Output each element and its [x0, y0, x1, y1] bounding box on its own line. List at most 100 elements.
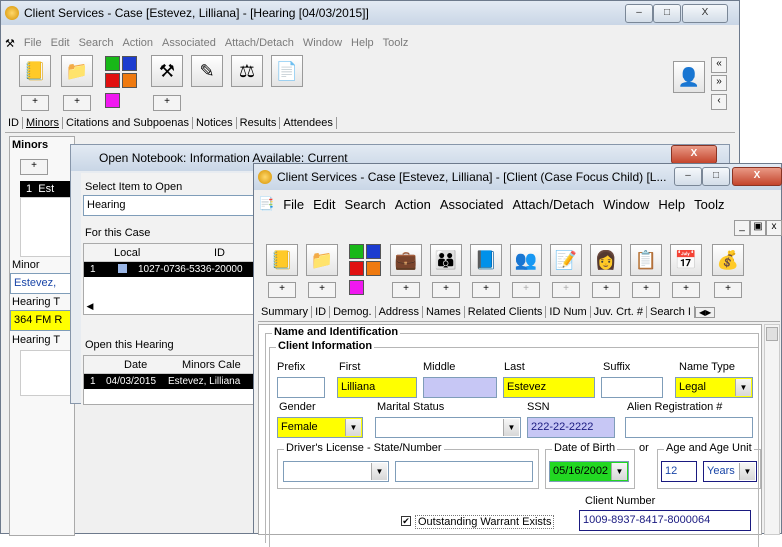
back-tab-minors[interactable]: Minors	[23, 117, 64, 129]
back-menu-help[interactable]: Help	[351, 37, 374, 49]
back-add-button-3[interactable]: +	[153, 95, 181, 111]
front-add-8[interactable]: +	[592, 282, 620, 298]
back-menu-action[interactable]: Action	[122, 37, 153, 49]
scroll-thumb[interactable]	[766, 327, 778, 341]
dob-field[interactable]: 05/16/2002 ▼	[549, 461, 629, 482]
back-tab-id[interactable]: ID	[5, 117, 23, 129]
first-name-field[interactable]: Lilliana	[337, 377, 417, 398]
front-notebook-icon[interactable]: 📒	[266, 244, 298, 276]
back-menu-edit[interactable]: Edit	[51, 37, 70, 49]
front-menu-search[interactable]: Search	[345, 197, 386, 212]
front-menu-file[interactable]: File	[283, 197, 304, 212]
front-add-11[interactable]: +	[714, 282, 742, 298]
client-number-field[interactable]: 1009-8937-8417-8000064	[579, 510, 751, 531]
nav-next-button[interactable]: »	[711, 75, 727, 91]
front-mdi-minimize[interactable]: _	[734, 220, 750, 236]
age-field[interactable]: 12	[661, 461, 697, 482]
front-menu-toolz[interactable]: Toolz	[694, 197, 724, 212]
back-tab-attendees[interactable]: Attendees	[280, 117, 337, 129]
case-local-check-icon[interactable]	[118, 264, 127, 273]
front-tab-address[interactable]: Address	[376, 306, 423, 318]
back-menu-search[interactable]: Search	[79, 37, 114, 49]
client-card-icon[interactable]: 💼	[390, 244, 422, 276]
family-icon[interactable]: 👪	[430, 244, 462, 276]
front-green-square-icon[interactable]	[349, 244, 364, 259]
front-add-3[interactable]: +	[392, 282, 420, 298]
notebook-icon[interactable]: 📒	[19, 55, 51, 87]
red-square-icon[interactable]	[105, 73, 120, 88]
front-mdi-restore[interactable]: ▣	[750, 220, 766, 236]
front-menu-help[interactable]: Help	[658, 197, 685, 212]
front-tab-related[interactable]: Related Clients	[465, 306, 547, 318]
green-square-icon[interactable]	[105, 56, 120, 71]
hearing-header-minors[interactable]: Minors Cale	[182, 359, 241, 371]
back-minimize-button[interactable]: –	[625, 4, 653, 23]
gavel-icon[interactable]: ⚒	[151, 55, 183, 87]
front-menu-attach[interactable]: Attach/Detach	[512, 197, 594, 212]
book-icon[interactable]: 📘	[470, 244, 502, 276]
alien-field[interactable]	[625, 417, 753, 438]
front-menu-edit[interactable]: Edit	[313, 197, 335, 212]
notebook-close-button[interactable]: X	[671, 145, 717, 164]
name-type-select[interactable]: Legal ▼	[675, 377, 753, 398]
front-tab-search[interactable]: Search I	[647, 306, 695, 318]
front-add-2[interactable]: +	[308, 282, 336, 298]
front-add-5[interactable]: +	[472, 282, 500, 298]
front-add-1[interactable]: +	[268, 282, 296, 298]
back-maximize-button[interactable]: □	[653, 4, 681, 23]
document-icon[interactable]: 📄	[271, 55, 303, 87]
back-tab-notices[interactable]: Notices	[193, 117, 237, 129]
vertical-scrollbar[interactable]	[764, 324, 780, 535]
hearing-type2-box[interactable]	[20, 350, 76, 396]
dl-state-select[interactable]: ▼	[283, 461, 389, 482]
front-tab-idnum[interactable]: ID Num	[546, 306, 591, 318]
middle-name-field[interactable]	[423, 377, 497, 398]
front-menu-associated[interactable]: Associated	[440, 197, 504, 212]
nav-prev-button[interactable]: «	[711, 57, 727, 73]
back-tab-citations[interactable]: Citations and Subpoenas	[63, 117, 193, 129]
prefix-field[interactable]	[277, 377, 325, 398]
folder-icon[interactable]: 📁	[61, 55, 93, 87]
back-menu-window[interactable]: Window	[303, 37, 342, 49]
person-icon[interactable]: 👤	[673, 61, 705, 93]
front-minimize-button[interactable]: –	[674, 167, 702, 186]
tab-scroll-icon[interactable]: ◀▶	[694, 306, 716, 318]
referral-icon[interactable]: 👥	[510, 244, 542, 276]
hearing-type-field[interactable]: 364 FM R	[10, 310, 74, 331]
scales-icon[interactable]: ⚖	[231, 55, 263, 87]
back-menu-attach[interactable]: Attach/Detach	[225, 37, 294, 49]
front-add-7[interactable]: +	[552, 282, 580, 298]
warrant-checkbox[interactable]: ✔	[401, 516, 411, 526]
blue-square-icon[interactable]	[122, 56, 137, 71]
back-menu-file[interactable]: File	[24, 37, 42, 49]
back-menu-toolz[interactable]: Toolz	[383, 37, 409, 49]
front-folder-icon[interactable]: 📁	[306, 244, 338, 276]
front-menu-action[interactable]: Action	[395, 197, 431, 212]
form-icon[interactable]: 📝	[550, 244, 582, 276]
clipboard-icon[interactable]: 📋	[630, 244, 662, 276]
front-maximize-button[interactable]: □	[702, 167, 730, 186]
front-tab-demog[interactable]: Demog.	[330, 306, 376, 318]
back-close-button[interactable]: X	[682, 4, 728, 23]
front-red-square-icon[interactable]	[349, 261, 364, 276]
gender-select[interactable]: Female ▼	[277, 417, 363, 438]
minors-row[interactable]: 1 Est	[20, 181, 76, 197]
hearing-row[interactable]: 1 04/03/2015 Estevez, Lilliana	[84, 374, 268, 389]
case-header-id[interactable]: ID	[214, 247, 225, 259]
case-row[interactable]: 1 1027-0736-5336-20000	[84, 262, 268, 277]
front-blue-square-icon[interactable]	[366, 244, 381, 259]
front-add-9[interactable]: +	[632, 282, 660, 298]
calendar-person-icon[interactable]: 📅	[670, 244, 702, 276]
info-people-icon[interactable]: 👩	[590, 244, 622, 276]
orange-square-icon[interactable]	[122, 73, 137, 88]
front-close-button[interactable]: X	[732, 167, 782, 186]
case-list-scroll-left-icon[interactable]: ◀	[84, 299, 96, 314]
back-add-button-2[interactable]: +	[63, 95, 91, 111]
front-add-10[interactable]: +	[672, 282, 700, 298]
select-item-field[interactable]: Hearing	[83, 195, 269, 216]
back-add-button-1[interactable]: +	[21, 95, 49, 111]
suffix-field[interactable]	[601, 377, 663, 398]
last-name-field[interactable]: Estevez	[503, 377, 595, 398]
front-tab-summary[interactable]: Summary	[258, 306, 313, 318]
ssn-field[interactable]: 222-22-2222	[527, 417, 615, 438]
